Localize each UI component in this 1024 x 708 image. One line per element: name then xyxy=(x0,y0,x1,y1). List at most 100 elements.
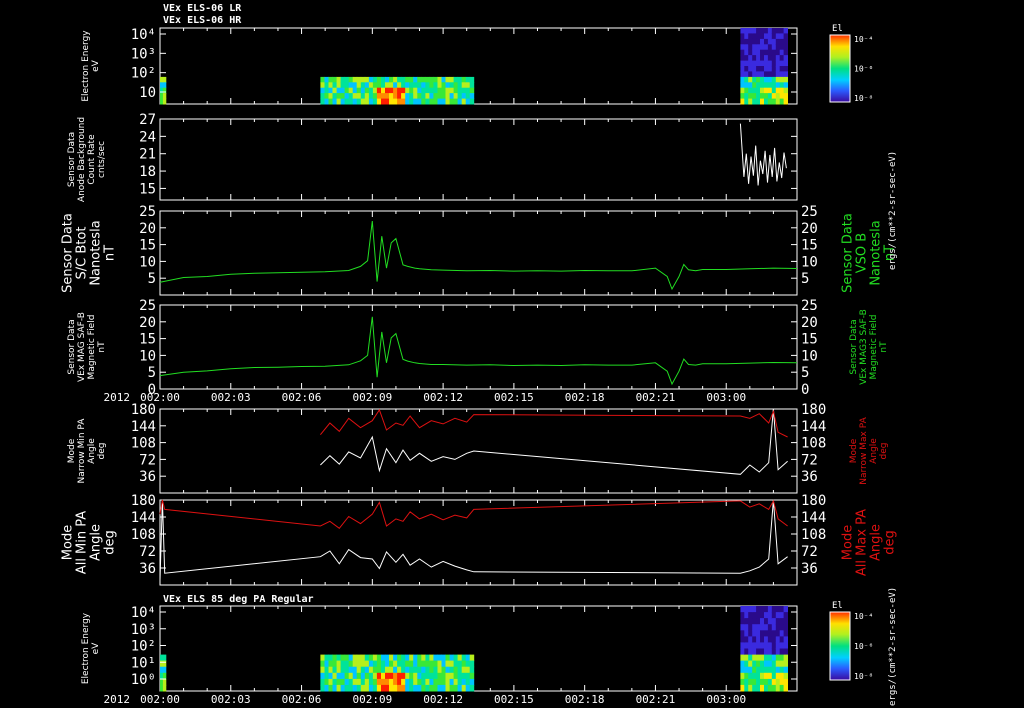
spectrogram-cell xyxy=(740,60,745,67)
spectrogram-cell xyxy=(453,672,459,680)
spectrogram-cell xyxy=(336,672,342,680)
spectrogram-cell xyxy=(324,684,329,692)
spectrogram-cell xyxy=(364,654,370,662)
spectrogram-cell xyxy=(767,666,773,674)
spectrogram-cell xyxy=(417,82,422,89)
spectrogram-cell xyxy=(364,87,370,94)
spectrogram-cell xyxy=(744,82,749,89)
spectrogram-cell xyxy=(465,98,471,105)
y-tick-label-right: 10 xyxy=(801,254,818,270)
spectrogram-cell xyxy=(372,654,378,662)
spectrogram-cell xyxy=(779,98,785,105)
spectrogram-cell xyxy=(160,87,164,94)
spectrogram-cell xyxy=(372,672,378,680)
spectrogram-cell xyxy=(767,44,773,51)
spectrogram-cell xyxy=(425,87,430,94)
spectrogram-cell xyxy=(752,666,757,674)
spectrogram-cell xyxy=(740,660,745,668)
spectrogram-block xyxy=(320,654,475,692)
spectrogram-cell xyxy=(437,98,442,105)
spectrogram-cell xyxy=(348,684,354,692)
spectrogram-cell xyxy=(340,678,346,686)
time-label: 003:00 xyxy=(706,693,746,706)
y-axis-title-right-line: Narrow Max PA xyxy=(859,416,869,484)
spectrogram-cell xyxy=(752,44,757,51)
y-tick-label-right: 25 xyxy=(801,298,818,314)
spectrogram-cell xyxy=(752,38,757,45)
panel-frame xyxy=(159,210,798,296)
spectrogram-cell xyxy=(425,76,430,83)
spectrogram-cell xyxy=(360,654,366,662)
spectrogram-cell xyxy=(767,678,773,686)
time-label: 002:00 xyxy=(140,693,180,706)
spectrogram-cell xyxy=(764,87,769,94)
spectrogram-cell xyxy=(409,684,414,692)
spectrogram-cell xyxy=(320,654,325,662)
spectrogram-cell xyxy=(756,60,761,67)
spectrogram-cell xyxy=(356,93,362,99)
spectrogram-cell xyxy=(461,654,467,662)
spectrogram-cell xyxy=(783,76,788,83)
spectrogram-cell xyxy=(441,654,446,662)
spectrogram-cell xyxy=(340,87,346,94)
spectrogram-cell xyxy=(364,666,370,674)
spectrogram-cell xyxy=(389,93,394,99)
spectrogram-cell xyxy=(405,672,410,680)
spectrogram-cell xyxy=(740,684,745,692)
spectrogram-cell xyxy=(752,28,757,34)
spectrogram-cell xyxy=(748,606,753,613)
time-label: 002:06 xyxy=(282,693,322,706)
spectrogram-cell xyxy=(413,672,418,680)
spectrogram-cell xyxy=(356,660,362,668)
spectrogram-cell xyxy=(445,684,450,692)
spectrogram-cell xyxy=(352,678,358,686)
spectrogram-cell xyxy=(385,82,390,89)
spectrogram-cell xyxy=(779,636,785,643)
spectrogram-cell xyxy=(760,660,765,668)
spectrogram-cell xyxy=(465,660,471,668)
spectrogram-cell xyxy=(767,618,773,625)
colorbar-label: El xyxy=(832,601,843,611)
spectrogram-cell xyxy=(433,76,438,83)
spectrogram-cell xyxy=(775,684,781,692)
spectrogram-cell xyxy=(437,678,442,686)
spectrogram-cell xyxy=(767,55,773,61)
spectrogram-cell xyxy=(421,76,426,83)
colorbar-label: El xyxy=(832,24,843,34)
spectrogram-cell xyxy=(356,678,362,686)
spectrogram-cell xyxy=(744,60,749,67)
spectrogram-cell xyxy=(764,654,769,662)
spectrogram-cell xyxy=(336,82,342,89)
spectrogram-cell xyxy=(756,648,761,656)
spectrogram-cell xyxy=(764,612,769,619)
spectrogram-cell xyxy=(389,82,394,89)
spectrogram-cell xyxy=(760,606,765,613)
spectrogram-cell xyxy=(756,55,761,61)
y-tick-label-right: 5 xyxy=(801,365,809,381)
spectrogram-cell xyxy=(376,678,382,686)
spectrogram-cell xyxy=(162,98,167,105)
y-tick-label: 5 xyxy=(148,365,156,381)
spectrogram-cell xyxy=(764,636,769,643)
spectrogram-cell xyxy=(779,648,785,656)
spectrogram-cell xyxy=(421,684,426,692)
spectrogram-cell xyxy=(783,654,788,662)
spectrogram-cell xyxy=(760,666,765,674)
spectrogram-cell xyxy=(328,672,333,680)
spectrogram-cell xyxy=(429,76,434,83)
spectrogram-cell xyxy=(767,93,773,99)
spectrogram-cell xyxy=(744,672,749,680)
spectrogram-cell xyxy=(740,66,745,72)
spectrogram-cell xyxy=(372,666,378,674)
spectrogram-cell xyxy=(775,636,781,643)
spectrogram-cell xyxy=(775,624,781,631)
spectrogram-cell xyxy=(453,660,459,668)
y-axis-title-right-line: Angle xyxy=(869,438,879,464)
spectrogram-cell xyxy=(324,76,329,83)
panel-frame xyxy=(159,304,798,390)
spectrogram-cell xyxy=(425,666,430,674)
spectrogram-cell xyxy=(324,672,329,680)
spectrogram-cell xyxy=(775,678,781,686)
spectrogram-cell xyxy=(376,666,382,674)
spectrogram-cell xyxy=(764,44,769,51)
